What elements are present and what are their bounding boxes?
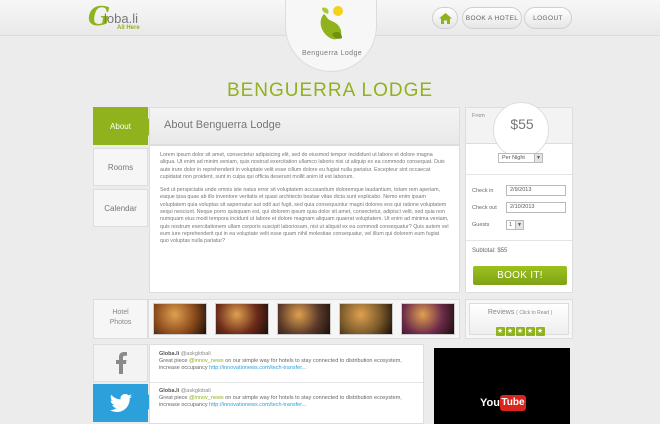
tweet-item: Globa.li @askglobali Great piece @innov_… (159, 388, 421, 409)
twitter-tab[interactable] (93, 384, 148, 422)
tweet-text: Great piece (159, 358, 189, 364)
hotel-badge: Benguerra Lodge (285, 0, 377, 72)
price-from-label: From (472, 113, 485, 119)
reviews-hint: ( Click to Read ) (516, 310, 553, 316)
booking-divider (466, 240, 572, 241)
tweet-author: Globa.li (159, 388, 180, 394)
hotel-logo-icon (320, 6, 343, 40)
reviews-panel: Reviews ( Click to Read ) ★ ★ ★ ★ ★ (465, 299, 573, 339)
tweet-link[interactable]: http://innovationews.com/tech-transfer..… (209, 365, 306, 371)
about-title: About Benguerra Lodge (164, 119, 281, 131)
rate-select-value: Per Night (502, 155, 525, 161)
tweet-link[interactable]: http://innovationews.com/tech-transfer..… (209, 402, 306, 408)
rate-select[interactable]: Per Night ▼ (498, 153, 543, 163)
star-icon: ★ (525, 327, 535, 336)
guests-value: 1 (509, 222, 513, 228)
photos-label-line1: Hotel (112, 309, 129, 316)
star-icon: ★ (505, 327, 515, 336)
book-hotel-button[interactable]: BOOK A HOTEL (462, 7, 522, 29)
tweet-text: Great piece (159, 395, 189, 401)
tab-calendar[interactable]: Calendar (93, 189, 148, 227)
guests-label: Guests (472, 222, 490, 228)
hotel-photo-4[interactable] (339, 303, 393, 335)
price-circle: $55 (493, 102, 549, 158)
tweet-item: Globa.li @askglobali Great piece @innov_… (159, 351, 421, 372)
logo-text: loba.li (104, 11, 138, 26)
youtube-logo: You Tube (480, 395, 526, 413)
home-icon (438, 12, 452, 24)
tweet-list: Globa.li @askglobali Great piece @innov_… (149, 344, 424, 424)
tab-rooms[interactable]: Rooms (93, 148, 148, 186)
hotel-photo-2[interactable] (215, 303, 269, 335)
about-description: Lorem ipsum dolor sit amet, consectetur … (149, 145, 460, 293)
twitter-icon (109, 394, 132, 412)
tweet-handle[interactable]: @askglobali (181, 388, 211, 394)
youtube-video-player[interactable]: You Tube (434, 348, 570, 424)
checkout-label: Check out (472, 205, 497, 211)
tweet-divider (150, 382, 423, 383)
hotel-photos-label: Hotel Photos (93, 299, 148, 339)
hotel-photo-3[interactable] (277, 303, 331, 335)
facebook-tab[interactable] (93, 344, 148, 382)
book-it-button[interactable]: BOOK IT! (473, 266, 567, 285)
reviews-title-text: Reviews (487, 309, 515, 316)
tweet-author: Globa.li (159, 351, 180, 357)
about-paragraph-2: Sed ut perspiciatis unde omnis iste natu… (160, 187, 449, 245)
hotel-photo-5[interactable] (401, 303, 455, 335)
guests-select[interactable]: 1 ▼ (506, 220, 524, 230)
youtube-logo-tube: Tube (500, 395, 526, 411)
badge-hotel-name: Benguerra Lodge (301, 50, 363, 57)
hotel-photo-1[interactable] (153, 303, 207, 335)
rating-stars: ★ ★ ★ ★ ★ (470, 320, 570, 338)
reviews-button[interactable]: Reviews ( Click to Read ) ★ ★ ★ ★ ★ (469, 303, 570, 338)
star-icon: ★ (495, 327, 505, 336)
about-header: About Benguerra Lodge (149, 107, 460, 145)
booking-divider (466, 174, 572, 175)
checkin-input[interactable]: 2/9/2013 (506, 185, 566, 196)
tweet-mention[interactable]: @innov_news (189, 395, 224, 401)
chevron-down-icon: ▼ (534, 154, 542, 162)
tweet-mention[interactable]: @innov_news (189, 358, 224, 364)
globali-logo[interactable]: G loba.li All Here (88, 3, 148, 33)
reviews-title: Reviews ( Click to Read ) (470, 309, 570, 316)
subtotal-text: Subtotal: $55 (472, 248, 508, 254)
star-icon: ★ (515, 327, 525, 336)
youtube-logo-you: You (480, 397, 500, 409)
about-paragraph-1: Lorem ipsum dolor sit amet, consectetur … (160, 152, 445, 180)
photo-strip (148, 299, 460, 339)
home-button[interactable] (432, 7, 458, 29)
tweet-handle[interactable]: @askglobali (181, 351, 211, 357)
checkin-label: Check in (472, 188, 494, 194)
checkout-input[interactable]: 2/10/2013 (506, 202, 566, 213)
tab-about[interactable]: About (93, 107, 148, 145)
photos-label-line2: Photos (109, 319, 132, 326)
logout-button[interactable]: LOGOUT (524, 7, 572, 29)
page-title: BENGUERRA LODGE (226, 80, 434, 101)
star-icon: ★ (535, 327, 545, 336)
facebook-icon (115, 352, 127, 374)
price-value: $55 (510, 116, 534, 132)
chevron-down-icon: ▼ (515, 221, 523, 229)
logo-tagline: All Here (117, 25, 140, 31)
